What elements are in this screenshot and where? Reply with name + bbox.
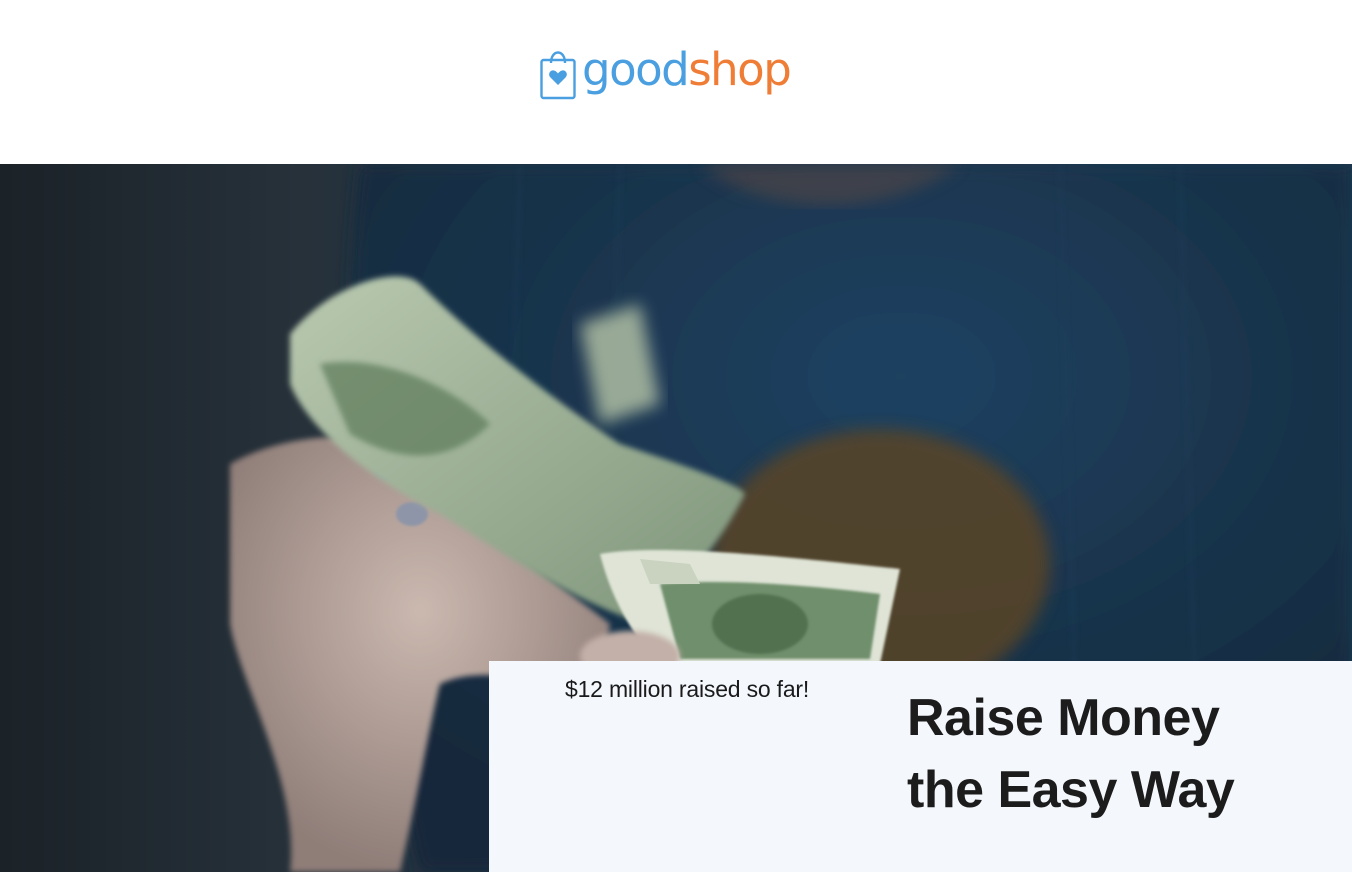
hero-headline: Raise Money the Easy Way xyxy=(907,682,1327,826)
logo-word-good: good xyxy=(582,42,690,96)
headline-line-1: Raise Money xyxy=(907,689,1220,747)
shopping-bag-heart-icon xyxy=(540,51,576,100)
headline-line-2: the Easy Way xyxy=(907,761,1235,819)
site-header: goodshop xyxy=(0,0,1352,164)
amount-raised-text: $12 million raised so far! xyxy=(565,676,810,702)
goodshop-logo[interactable]: goodshop xyxy=(540,46,792,102)
logo-wordmark: goodshop xyxy=(582,47,792,92)
logo-word-shop: shop xyxy=(688,42,792,96)
